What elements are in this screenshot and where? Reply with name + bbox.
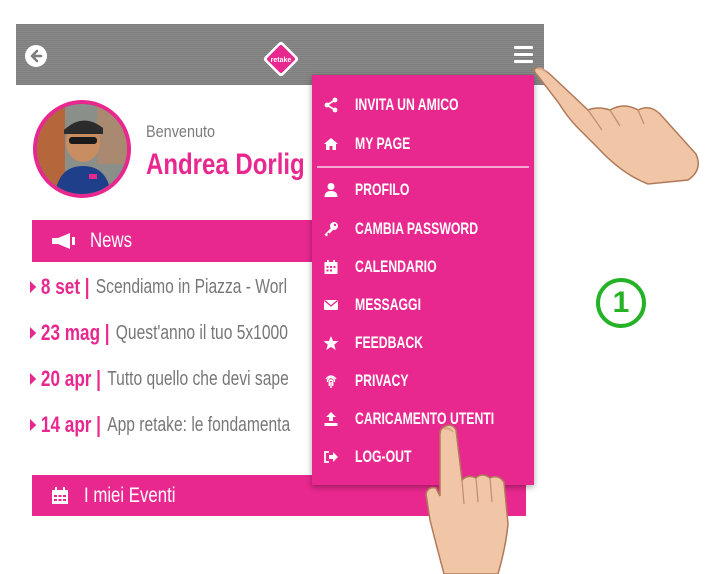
news-item[interactable]: 23 mag | Quest'anno il tuo 5x1000 bbox=[30, 320, 288, 346]
news-item[interactable]: 8 set | Scendiamo in Piazza - Worl bbox=[30, 274, 287, 300]
retake-logo[interactable]: retake bbox=[260, 38, 302, 80]
home-icon bbox=[324, 138, 338, 150]
menu-item-label: FEEDBACK bbox=[355, 333, 424, 352]
caret-right-icon bbox=[30, 419, 37, 431]
menu-item-invita-un-amico[interactable]: INVITA UN AMICO bbox=[312, 90, 534, 120]
menu-item-my-page[interactable]: MY PAGE bbox=[312, 129, 534, 159]
envelope-icon bbox=[324, 299, 338, 310]
news-text: Quest'anno il tuo 5x1000 bbox=[115, 321, 288, 344]
welcome-text: Benvenuto bbox=[146, 122, 216, 141]
calendar-icon bbox=[324, 260, 338, 274]
news-text: Tutto quello che devi sape bbox=[107, 367, 289, 390]
menu-item-calendario[interactable]: CALENDARIO bbox=[312, 252, 534, 282]
key-icon bbox=[324, 222, 338, 237]
arrow-left-icon bbox=[30, 49, 43, 63]
news-text: Scendiamo in Piazza - Worl bbox=[95, 275, 288, 298]
menu-item-profilo[interactable]: PROFILO bbox=[312, 175, 534, 205]
calendar-icon bbox=[52, 487, 68, 504]
menu-divider bbox=[317, 166, 529, 168]
back-button[interactable] bbox=[25, 45, 47, 67]
step-number: 1 bbox=[612, 286, 630, 319]
tapping-hand-icon bbox=[425, 424, 509, 574]
upload-icon bbox=[324, 412, 338, 426]
menu-item-messaggi[interactable]: MESSAGGI bbox=[312, 290, 534, 320]
news-date: 23 mag bbox=[40, 320, 101, 345]
menu-item-label: INVITA UN AMICO bbox=[355, 95, 459, 114]
news-date: 8 set bbox=[40, 274, 81, 299]
menu-item-label: CALENDARIO bbox=[355, 257, 437, 276]
news-text: App retake: le fondamenta bbox=[107, 413, 291, 436]
logout-icon bbox=[324, 451, 338, 463]
star-icon bbox=[323, 336, 339, 350]
step-number-badge: 1 bbox=[596, 278, 646, 328]
user-name: Andrea Dorlig bbox=[146, 148, 305, 181]
fingerprint-icon bbox=[325, 375, 337, 388]
caret-right-icon bbox=[30, 327, 37, 339]
menu-item-label: PRIVACY bbox=[355, 371, 409, 390]
news-date: 20 apr bbox=[40, 366, 92, 391]
menu-item-label: PROFILO bbox=[355, 180, 410, 199]
user-icon bbox=[324, 183, 338, 197]
menu-item-label: LOG-OUT bbox=[355, 447, 412, 466]
caret-right-icon bbox=[30, 281, 37, 293]
events-title: I miei Eventi bbox=[84, 484, 176, 507]
avatar[interactable] bbox=[33, 100, 131, 198]
menu-item-label: MY PAGE bbox=[355, 134, 411, 153]
menu-item-label: MESSAGGI bbox=[355, 295, 421, 314]
menu-item-label: CAMBIA PASSWORD bbox=[355, 219, 479, 238]
menu-item-feedback[interactable]: FEEDBACK bbox=[312, 328, 534, 358]
megaphone-icon bbox=[52, 233, 75, 249]
share-icon bbox=[324, 97, 338, 113]
news-item[interactable]: 14 apr | App retake: le fondamenta bbox=[30, 412, 290, 438]
news-item[interactable]: 20 apr | Tutto quello che devi sape bbox=[30, 366, 289, 392]
logo-text: retake bbox=[271, 57, 292, 64]
pointing-hand-icon bbox=[533, 66, 699, 185]
news-title: News bbox=[90, 229, 133, 252]
news-date: 14 apr bbox=[40, 412, 92, 437]
caret-right-icon bbox=[30, 373, 37, 385]
menu-item-privacy[interactable]: PRIVACY bbox=[312, 366, 534, 396]
menu-item-cambia-password[interactable]: CAMBIA PASSWORD bbox=[312, 214, 534, 244]
